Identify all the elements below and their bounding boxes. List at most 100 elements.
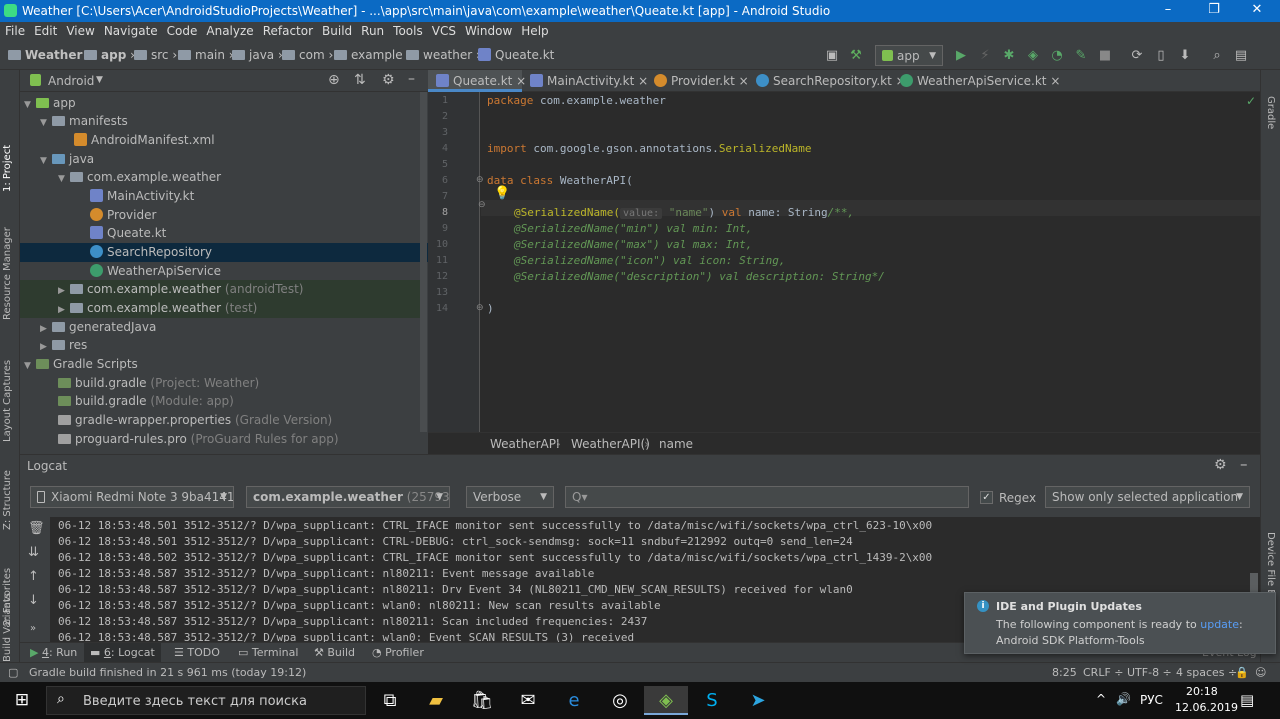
breadcrumb-src[interactable]: src ›: [134, 48, 177, 62]
run-tool-tab[interactable]: ▶ 4: Run: [30, 646, 77, 659]
code-line-14[interactable]: ): [487, 302, 494, 315]
breadcrumb-weather[interactable]: Weather ›: [8, 48, 91, 62]
attach-debugger-icon[interactable]: ✎: [1073, 48, 1089, 64]
build-tool-tab[interactable]: ⚒ Build: [314, 646, 355, 659]
scroll-to-end-icon[interactable]: ⇊: [28, 545, 39, 560]
menu-window[interactable]: Window: [460, 22, 516, 38]
gear-icon[interactable]: ⚙: [382, 72, 395, 88]
menu-run[interactable]: Run: [356, 22, 388, 38]
tree-item-build-gradle-module[interactable]: build.gradle (Module: app): [58, 392, 234, 411]
menu-file[interactable]: File: [0, 22, 29, 38]
tree-item-app[interactable]: ▼ app: [24, 94, 76, 113]
logcat-tool-tab[interactable]: ▬ 6: Logcat: [84, 643, 161, 663]
code-line-6[interactable]: data class WeatherAPI(: [487, 174, 633, 187]
menu-navigate[interactable]: Navigate: [99, 22, 162, 38]
skype-icon[interactable]: S: [690, 686, 734, 715]
tree-item-generatedjava[interactable]: ▶ generatedJava: [40, 318, 156, 337]
hide-panel-icon[interactable]: –: [408, 71, 415, 87]
log-level-select[interactable]: Verbose ▼: [466, 486, 554, 508]
inspection-ok-icon[interactable]: ✓: [1246, 94, 1256, 108]
code-line-9[interactable]: @SerializedName("min") val min: Int,: [514, 222, 752, 235]
process-select[interactable]: com.example.weather (25793) [DE/▼: [246, 486, 450, 508]
notification-center-icon[interactable]: ▤: [1240, 691, 1254, 709]
more-icon[interactable]: »: [30, 623, 36, 634]
arrow-up-icon[interactable]: ↑: [28, 569, 39, 584]
tree-item-package-test[interactable]: ▶ com.example.weather (test): [20, 299, 420, 318]
tab-searchrepository[interactable]: SearchRepository.kt ×: [752, 70, 906, 92]
taskbar-search-input[interactable]: ⌕ Введите здесь текст для поиска: [46, 686, 366, 715]
search-icon[interactable]: ⌕: [1209, 48, 1225, 64]
update-link[interactable]: update: [1200, 618, 1239, 631]
crumb-class[interactable]: WeatherAPI: [490, 437, 560, 451]
tab-queate[interactable]: Queate.kt ×: [428, 70, 526, 92]
task-view-icon[interactable]: ⧉: [368, 686, 412, 715]
terminal-tool-tab[interactable]: ▭ Terminal: [238, 646, 298, 659]
code-line-8[interactable]: @SerializedName(value: "name") val name:…: [514, 206, 854, 219]
store-icon[interactable]: 🛍: [460, 686, 504, 715]
tree-item-gradle-scripts[interactable]: ▼ Gradle Scripts: [24, 355, 138, 374]
breadcrumb-java[interactable]: java ›: [232, 48, 283, 62]
sync-gradle-icon[interactable]: ⟳: [1129, 48, 1145, 64]
collapse-all-icon[interactable]: ⇅: [354, 72, 366, 88]
trash-icon[interactable]: 🗑: [28, 521, 45, 536]
clock-time[interactable]: 20:18: [1186, 685, 1218, 698]
logcat-search-input[interactable]: Q▾: [565, 486, 969, 508]
tree-item-build-gradle-project[interactable]: build.gradle (Project: Weather): [58, 374, 259, 393]
indent-setting[interactable]: 4 spaces ÷: [1176, 666, 1237, 679]
filter-select[interactable]: Show only selected application ▼: [1045, 486, 1250, 508]
browser-icon[interactable]: ◎: [598, 686, 642, 715]
open-project-structure-icon[interactable]: ▣: [824, 48, 840, 64]
build-variants-tab[interactable]: Build Variants: [2, 593, 13, 662]
close-button[interactable]: ✕: [1234, 0, 1280, 22]
menu-refactor[interactable]: Refactor: [258, 22, 317, 38]
todo-tool-tab[interactable]: ☰ TODO: [174, 646, 220, 659]
menu-tools[interactable]: Tools: [388, 22, 427, 38]
menu-code[interactable]: Code: [162, 22, 202, 38]
tree-item-package-main[interactable]: ▼ com.example.weather: [58, 168, 221, 187]
tree-item-searchrepository[interactable]: SearchRepository: [20, 243, 428, 262]
fold-marker-icon[interactable]: ⊖: [476, 175, 484, 185]
menu-help[interactable]: Help: [516, 22, 552, 38]
fold-marker-icon[interactable]: ⊖: [476, 303, 484, 313]
edge-icon[interactable]: e: [552, 686, 596, 715]
fold-marker-icon[interactable]: ⊖: [478, 200, 486, 210]
update-notification[interactable]: i IDE and Plugin Updates The following c…: [964, 592, 1276, 654]
tree-item-package-androidtest[interactable]: ▶ com.example.weather (androidTest): [20, 280, 420, 299]
tree-item-manifests[interactable]: ▼ manifests: [40, 112, 128, 131]
caret-position[interactable]: 8:25: [1052, 666, 1077, 679]
windows-start-icon[interactable]: ⊞: [0, 686, 44, 715]
coverage-icon[interactable]: ◈: [1025, 48, 1041, 64]
tree-item-provider[interactable]: Provider: [90, 206, 156, 225]
structure-tab[interactable]: Z: Structure: [2, 470, 13, 530]
apply-changes-icon[interactable]: ⚡: [977, 48, 993, 64]
android-studio-taskbar-icon[interactable]: ◈: [644, 686, 688, 715]
arrow-down-icon[interactable]: ↓: [28, 593, 39, 608]
breadcrumb-file[interactable]: Queate.kt: [478, 48, 554, 62]
file-explorer-icon[interactable]: ▰: [414, 686, 458, 715]
tree-item-weatherapiservice[interactable]: WeatherApiService: [90, 262, 221, 281]
stop-icon[interactable]: ■: [1097, 48, 1113, 64]
menu-edit[interactable]: Edit: [29, 22, 61, 38]
regex-checkbox[interactable]: ✓: [980, 491, 993, 504]
code-line-10[interactable]: @SerializedName("max") val max: Int,: [514, 238, 752, 251]
code-line-1[interactable]: package com.example.weather: [487, 94, 666, 107]
mail-icon[interactable]: ✉: [506, 686, 550, 715]
maximize-button[interactable]: ❐: [1191, 0, 1237, 22]
project-tool-tab[interactable]: 1: Project: [2, 145, 13, 192]
breadcrumb-main[interactable]: main ›: [178, 48, 234, 62]
project-scrollbar[interactable]: [420, 92, 427, 432]
hammer-icon[interactable]: ⚒: [848, 48, 864, 64]
tab-weatherapiservice[interactable]: WeatherApiService.kt ×: [896, 70, 1060, 92]
lightbulb-icon[interactable]: 💡: [494, 186, 510, 201]
logcat-scrollbar[interactable]: [1250, 573, 1258, 593]
volume-icon[interactable]: 🔊: [1116, 692, 1131, 706]
tree-item-manifest-file[interactable]: AndroidManifest.xml: [74, 131, 215, 150]
keyboard-language[interactable]: РУС: [1140, 693, 1163, 707]
clock-date[interactable]: 12.06.2019: [1175, 701, 1238, 714]
avd-manager-icon[interactable]: ▯: [1153, 48, 1169, 64]
breadcrumb-app[interactable]: app ›: [84, 48, 135, 62]
sdk-manager-icon[interactable]: ⬇: [1177, 48, 1193, 64]
minimize-button[interactable]: –: [1145, 0, 1191, 22]
tree-item-java[interactable]: ▼ java: [40, 150, 94, 169]
code-line-4[interactable]: import com.google.gson.annotations.Seria…: [487, 142, 812, 155]
